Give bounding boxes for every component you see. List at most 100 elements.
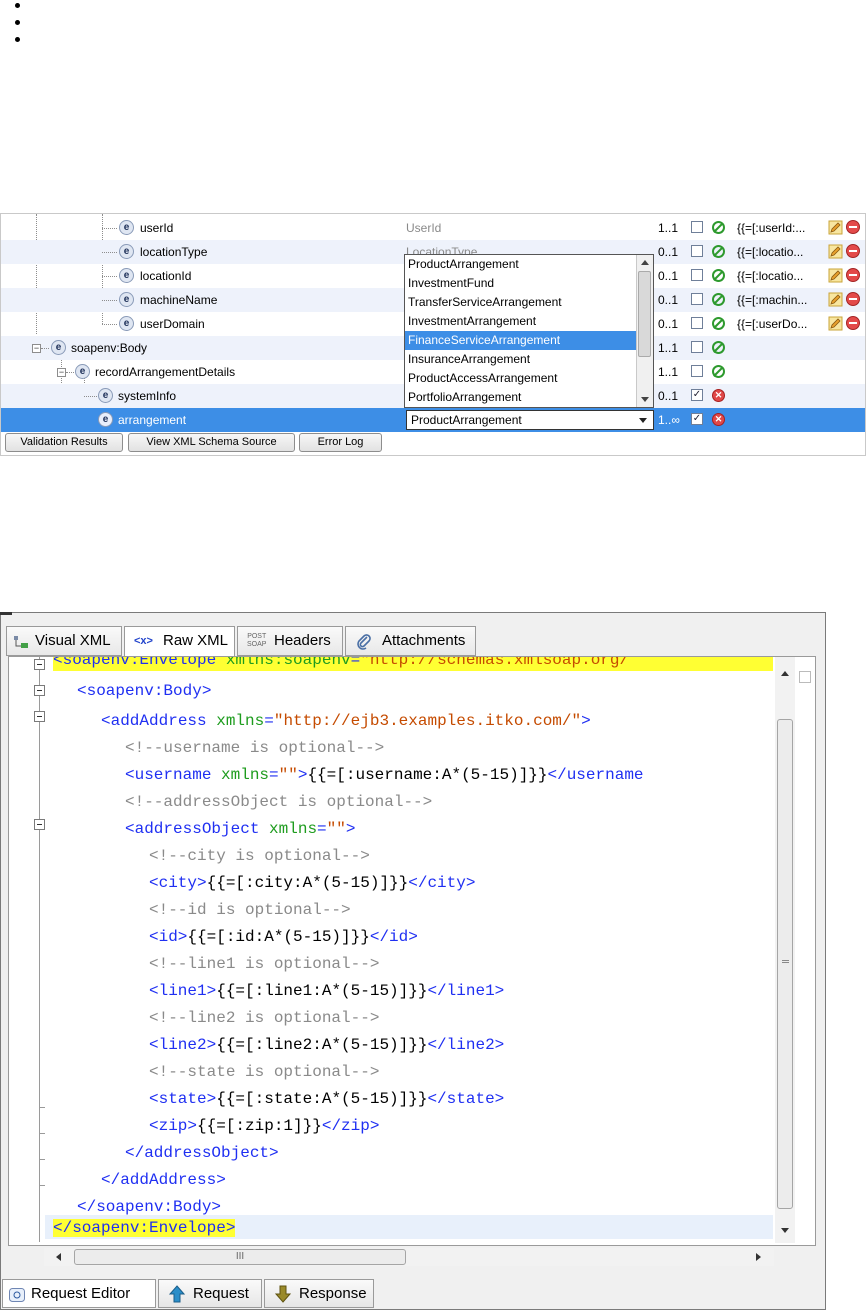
- xml-attr: xmlns:soapenv: [225, 656, 351, 669]
- xml-tag: </line1>: [427, 982, 505, 1000]
- tab-visual-xml[interactable]: Visual XML: [6, 626, 122, 656]
- horizontal-scrollbar[interactable]: III: [44, 1248, 774, 1266]
- cardinality: 0..1: [658, 317, 679, 331]
- dropdown-scrollbar[interactable]: [636, 255, 653, 407]
- nillable-checkbox[interactable]: [691, 269, 703, 281]
- tab-headers[interactable]: POST SOAP Headers: [237, 626, 343, 656]
- element-type: UserId: [406, 221, 442, 235]
- dropdown-option[interactable]: ProductArrangement: [405, 255, 653, 274]
- collapse-toggle[interactable]: −: [57, 368, 66, 377]
- dropdown-option[interactable]: InvestmentFund: [405, 274, 653, 293]
- xml-tag: </username: [547, 766, 644, 784]
- element-value[interactable]: {{=[:userDo...: [737, 317, 807, 331]
- tab-response[interactable]: Response: [264, 1279, 374, 1308]
- element-icon: e: [119, 292, 134, 307]
- fold-marker[interactable]: [34, 685, 45, 696]
- tree-branch: [84, 396, 97, 397]
- raw-xml-editor[interactable]: <soapenv:Envelope xmlns:soapenv="http://…: [8, 656, 816, 1246]
- nillable-checkbox[interactable]: [691, 293, 703, 305]
- remove-icon[interactable]: [846, 268, 860, 282]
- element-value[interactable]: {{=[:locatio...: [737, 245, 803, 259]
- remove-icon[interactable]: [846, 244, 860, 258]
- scroll-up-arrow-icon[interactable]: [641, 260, 649, 265]
- nillable-checkbox[interactable]: ✓: [691, 413, 703, 425]
- dropdown-option-highlighted[interactable]: FinanceServiceArrangement: [405, 331, 653, 350]
- element-value[interactable]: {{=[:machin...: [737, 293, 807, 307]
- view-xml-schema-source-button[interactable]: View XML Schema Source: [128, 433, 295, 452]
- cardinality: 1..∞: [658, 413, 680, 427]
- nillable-checkbox[interactable]: [691, 317, 703, 329]
- remove-icon[interactable]: [846, 220, 860, 234]
- scroll-down-arrow-icon[interactable]: [641, 397, 649, 402]
- scroll-right-arrow-icon[interactable]: [756, 1253, 761, 1261]
- cardinality: 0..1: [658, 389, 679, 403]
- tab-request-editor[interactable]: Request Editor: [2, 1279, 156, 1308]
- scrollbar-thumb[interactable]: III: [74, 1249, 406, 1265]
- nillable-checkbox[interactable]: [691, 245, 703, 257]
- scroll-down-arrow-icon[interactable]: [781, 1228, 789, 1233]
- collapse-toggle[interactable]: −: [32, 344, 41, 353]
- scrollbar-thumb[interactable]: [638, 271, 651, 357]
- edit-pencil-icon[interactable]: [828, 220, 843, 235]
- fold-marker[interactable]: [34, 711, 45, 722]
- validation-results-button[interactable]: Validation Results: [5, 433, 123, 452]
- dropdown-option[interactable]: InvestmentArrangement: [405, 312, 653, 331]
- invalid-status-icon: ✕: [712, 413, 725, 426]
- fold-marker[interactable]: [34, 659, 45, 670]
- scrollbar-grip: [782, 960, 789, 963]
- tab-request[interactable]: Request: [158, 1279, 262, 1308]
- scroll-left-arrow-icon[interactable]: [56, 1253, 61, 1261]
- type-select-value: ProductArrangement: [411, 413, 522, 427]
- valid-status-icon: [712, 245, 725, 258]
- element-name: userId: [140, 221, 174, 235]
- xml-text: {{=[:line2:A*(5-15)]}}: [216, 1036, 428, 1054]
- fold-marker[interactable]: [34, 819, 45, 830]
- tree-row[interactable]: e userId UserId 1..1 {{=[:userId:...: [1, 216, 865, 240]
- element-name: systemInfo: [118, 389, 177, 403]
- scrollbar-thumb[interactable]: [777, 719, 793, 1209]
- dropdown-option[interactable]: TransferServiceArrangement: [405, 293, 653, 312]
- nillable-checkbox[interactable]: [691, 365, 703, 377]
- error-log-button[interactable]: Error Log: [299, 433, 382, 452]
- nillable-checkbox[interactable]: [691, 221, 703, 233]
- tab-label: Attachments: [382, 632, 466, 649]
- remove-icon[interactable]: [846, 316, 860, 330]
- xml-text: {{=[:username:A*(5-15)]}}: [307, 766, 548, 784]
- edit-pencil-icon[interactable]: [828, 292, 843, 307]
- tree-branch: [102, 228, 117, 229]
- remove-icon[interactable]: [846, 292, 860, 306]
- element-value[interactable]: {{=[:locatio...: [737, 269, 803, 283]
- xml-tag: >: [581, 712, 591, 730]
- xml-tag: <state>: [149, 1090, 217, 1108]
- dropdown-option[interactable]: InsuranceArrangement: [405, 350, 653, 369]
- chevron-down-icon[interactable]: [639, 418, 647, 423]
- xml-eq: =: [317, 820, 327, 838]
- scroll-up-arrow-icon[interactable]: [781, 671, 789, 676]
- element-icon: e: [51, 340, 66, 355]
- type-dropdown-list[interactable]: ProductArrangement InvestmentFund Transf…: [404, 254, 654, 408]
- headers-icon-bottom-label: SOAP: [247, 641, 267, 648]
- tab-attachments[interactable]: Attachments: [345, 626, 476, 656]
- edit-pencil-icon[interactable]: [828, 268, 843, 283]
- dropdown-option[interactable]: PortfolioArrangement: [405, 388, 653, 407]
- tab-raw-xml[interactable]: <x> Raw XML: [124, 626, 235, 658]
- xml-text: {{=[:state:A*(5-15)]}}: [216, 1090, 428, 1108]
- edit-pencil-icon[interactable]: [828, 316, 843, 331]
- code-line: <soapenv:Body>: [77, 678, 211, 704]
- tree-branch: [102, 276, 117, 277]
- valid-status-icon: [712, 221, 725, 234]
- vertical-scrollbar[interactable]: [775, 657, 795, 1243]
- nillable-checkbox[interactable]: ✓: [691, 389, 703, 401]
- nillable-checkbox[interactable]: [691, 341, 703, 353]
- element-name: locationType: [140, 245, 208, 259]
- type-select[interactable]: ProductArrangement: [406, 410, 654, 430]
- element-value[interactable]: {{=[:userId:...: [737, 221, 805, 235]
- code-comment: <!--addressObject is optional-->: [125, 793, 433, 811]
- code-line: <username xmlns="">{{=[:username:A*(5-15…: [125, 762, 644, 788]
- xml-eq: =: [264, 712, 274, 730]
- edit-pencil-icon[interactable]: [828, 244, 843, 259]
- dropdown-option[interactable]: ProductAccessArrangement: [405, 369, 653, 388]
- fold-end: [39, 1185, 45, 1186]
- xml-tag: <soapenv:Envelope: [53, 656, 226, 669]
- element-icon: e: [75, 364, 90, 379]
